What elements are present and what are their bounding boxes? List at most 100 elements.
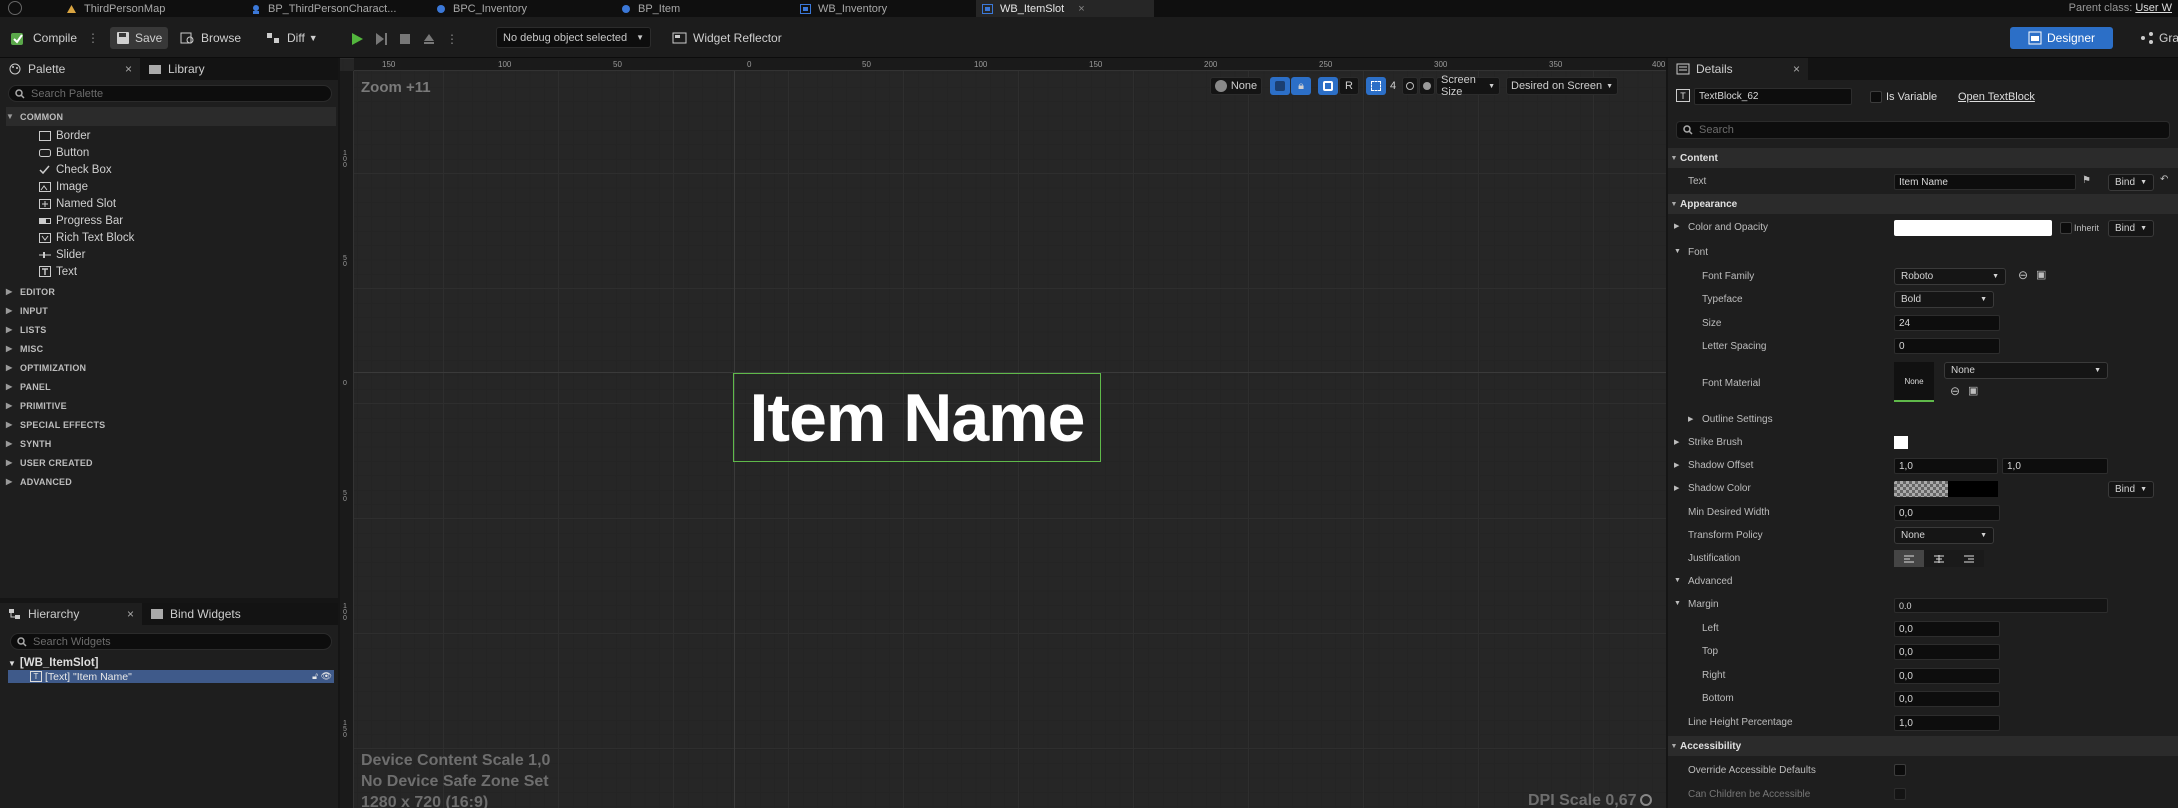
category-editor[interactable]: ▶ EDITOR — [6, 282, 336, 301]
tab-wb-inventory[interactable]: WB_Inventory — [800, 0, 970, 17]
category-misc[interactable]: ▶ MISC — [6, 339, 336, 358]
eject-icon[interactable] — [422, 32, 436, 46]
parent-class-link[interactable]: User W — [2135, 2, 2172, 14]
grid-snap-button[interactable] — [1366, 77, 1386, 95]
use-selected-asset-icon[interactable]: ⊖ — [1950, 384, 1960, 398]
desired-on-screen-dropdown[interactable]: Desired on Screen ▼ — [1506, 77, 1618, 95]
browse-button[interactable]: Browse — [180, 27, 241, 49]
save-button[interactable]: Save — [110, 27, 169, 49]
play-icon[interactable] — [350, 32, 364, 46]
chevron-down-icon[interactable]: ▼ — [1674, 577, 1681, 584]
lock-button[interactable]: 🔒︎ — [1291, 77, 1311, 95]
compile-options-icon[interactable]: ⋮ — [87, 31, 99, 45]
tab-bind-widgets[interactable]: Bind Widgets — [142, 603, 302, 625]
tab-hierarchy[interactable]: Hierarchy × — [0, 603, 142, 625]
palette-item-rich-text-block[interactable]: Rich Text Block — [38, 229, 134, 246]
font-material-thumbnail[interactable]: None — [1894, 362, 1934, 402]
transform-policy-dropdown[interactable]: None ▼ — [1894, 527, 1994, 544]
palette-item-border[interactable]: Border — [38, 127, 91, 144]
category-input[interactable]: ▶ INPUT — [6, 301, 336, 320]
palette-item-named-slot[interactable]: Named Slot — [38, 195, 116, 212]
category-primitive[interactable]: ▶ PRIMITIVE — [6, 396, 336, 415]
justify-center-button[interactable] — [1924, 550, 1954, 567]
localization-flag-icon[interactable]: ⚑ — [2082, 175, 2091, 186]
visibility-icon[interactable]: 👁︎ — [321, 671, 332, 682]
respect-locks-button[interactable] — [1318, 77, 1338, 95]
font-material-dropdown[interactable]: None ▼ — [1944, 362, 2108, 379]
tab-bp-thirdpersoncharacter[interactable]: BP_ThirdPersonCharact... — [250, 0, 428, 17]
category-optimization[interactable]: ▶ OPTIMIZATION — [6, 358, 336, 377]
margin-top-field[interactable]: 0,0 — [1894, 644, 2000, 660]
text-value-field[interactable]: Item Name — [1894, 174, 2076, 190]
typeface-dropdown[interactable]: Bold ▼ — [1894, 291, 1994, 308]
background-none-button[interactable]: None — [1210, 77, 1262, 95]
search-palette-input[interactable]: Search Palette — [8, 85, 332, 102]
dpi-settings-gear-icon[interactable] — [1640, 794, 1652, 806]
tab-palette[interactable]: Palette × — [0, 58, 140, 80]
tab-thirdpersonmap[interactable]: ThirdPersonMap — [66, 0, 236, 17]
debug-object-dropdown[interactable]: No debug object selected ▼ — [496, 27, 651, 48]
close-palette-icon[interactable]: × — [125, 62, 132, 76]
category-user-created[interactable]: ▶ USER CREATED — [6, 453, 336, 472]
category-panel[interactable]: ▶ PANEL — [6, 377, 336, 396]
color-bind-dropdown[interactable]: Bind ▼ — [2108, 220, 2154, 237]
margin-bottom-field[interactable]: 0,0 — [1894, 691, 2000, 707]
chevron-down-icon[interactable]: ▼ — [1674, 600, 1681, 607]
shadow-offset-x-field[interactable]: 1,0 — [1894, 458, 1998, 474]
min-desired-width-field[interactable]: 0,0 — [1894, 505, 2000, 521]
tab-library[interactable]: Library — [140, 58, 260, 80]
hierarchy-item-text[interactable]: T [Text] "Item Name" 🔓︎ 👁︎ — [8, 670, 334, 683]
section-content[interactable]: ▼ Content — [1668, 148, 2178, 168]
category-advanced[interactable]: ▶ ADVANCED — [6, 472, 336, 491]
graph-mode-button[interactable]: Gra — [2140, 27, 2178, 49]
font-family-dropdown[interactable]: Roboto ▼ — [1894, 268, 2006, 285]
item-name-textblock[interactable]: Item Name — [733, 373, 1101, 462]
justify-right-button[interactable] — [1954, 550, 1984, 567]
widget-reflector-button[interactable]: Widget Reflector — [672, 27, 782, 49]
shadow-color-bind-dropdown[interactable]: Bind ▼ — [2108, 481, 2154, 498]
use-selected-asset-icon[interactable]: ⊖ — [2018, 268, 2028, 282]
tab-wb-itemslot[interactable]: WB_ItemSlot × — [976, 0, 1154, 17]
chevron-right-icon[interactable]: ▶ — [1674, 438, 1679, 446]
r-button[interactable]: R — [1339, 77, 1359, 95]
unreal-logo-icon[interactable] — [8, 1, 22, 15]
tab-bp-item[interactable]: BP_Item — [620, 0, 770, 17]
tab-bpc-inventory[interactable]: BPC_Inventory — [435, 0, 605, 17]
search-widgets-input[interactable]: Search Widgets — [10, 633, 332, 650]
play-options-icon[interactable]: ⋮ — [446, 32, 458, 46]
justify-left-button[interactable] — [1894, 550, 1924, 567]
lock-icon[interactable]: 🔓︎ — [312, 671, 318, 682]
details-search-input[interactable]: Search — [1676, 121, 2170, 139]
strike-brush-swatch[interactable] — [1894, 436, 1908, 449]
diff-button[interactable]: Diff ▼ — [266, 27, 318, 49]
category-special-effects[interactable]: ▶ SPECIAL EFFECTS — [6, 415, 336, 434]
toggle-outline-button[interactable] — [1270, 77, 1290, 95]
shadow-offset-y-field[interactable]: 1,0 — [2002, 458, 2108, 474]
reset-arrow-icon[interactable]: ↶ — [2160, 174, 2168, 185]
palette-item-progress-bar[interactable]: Progress Bar — [38, 212, 123, 229]
hierarchy-root[interactable]: ▼ [WB_ItemSlot] — [8, 656, 99, 670]
chevron-right-icon[interactable]: ▶ — [1688, 415, 1693, 423]
text-bind-dropdown[interactable]: Bind ▼ — [2108, 174, 2154, 191]
size-field[interactable]: 24 — [1894, 315, 2000, 331]
open-textblock-link[interactable]: Open TextBlock — [1958, 91, 2035, 103]
grid-snap-value[interactable]: 4 — [1386, 77, 1400, 95]
palette-item-image[interactable]: Image — [38, 178, 88, 195]
palette-item-slider[interactable]: Slider — [38, 246, 85, 263]
shadow-color-swatch[interactable] — [1894, 481, 1998, 497]
margin-field[interactable]: 0.0 — [1894, 598, 2108, 613]
close-hierarchy-icon[interactable]: × — [127, 607, 134, 621]
section-accessibility[interactable]: ▼ Accessibility — [1668, 736, 2178, 756]
line-height-field[interactable]: 1,0 — [1894, 715, 2000, 731]
palette-item-checkbox[interactable]: Check Box — [38, 161, 112, 178]
preview-button[interactable] — [1419, 77, 1435, 95]
palette-item-text[interactable]: Text — [38, 263, 77, 280]
chevron-right-icon[interactable]: ▶ — [1674, 484, 1679, 492]
is-variable-checkbox[interactable] — [1870, 91, 1882, 103]
settings-button[interactable] — [1402, 77, 1418, 95]
chevron-right-icon[interactable]: ▶ — [1674, 461, 1679, 469]
category-common[interactable]: ▼ COMMON — [6, 107, 336, 126]
compile-button[interactable]: Compile — [10, 27, 77, 49]
close-details-icon[interactable]: × — [1793, 62, 1800, 76]
browse-asset-icon[interactable]: ▣ — [2036, 268, 2046, 281]
